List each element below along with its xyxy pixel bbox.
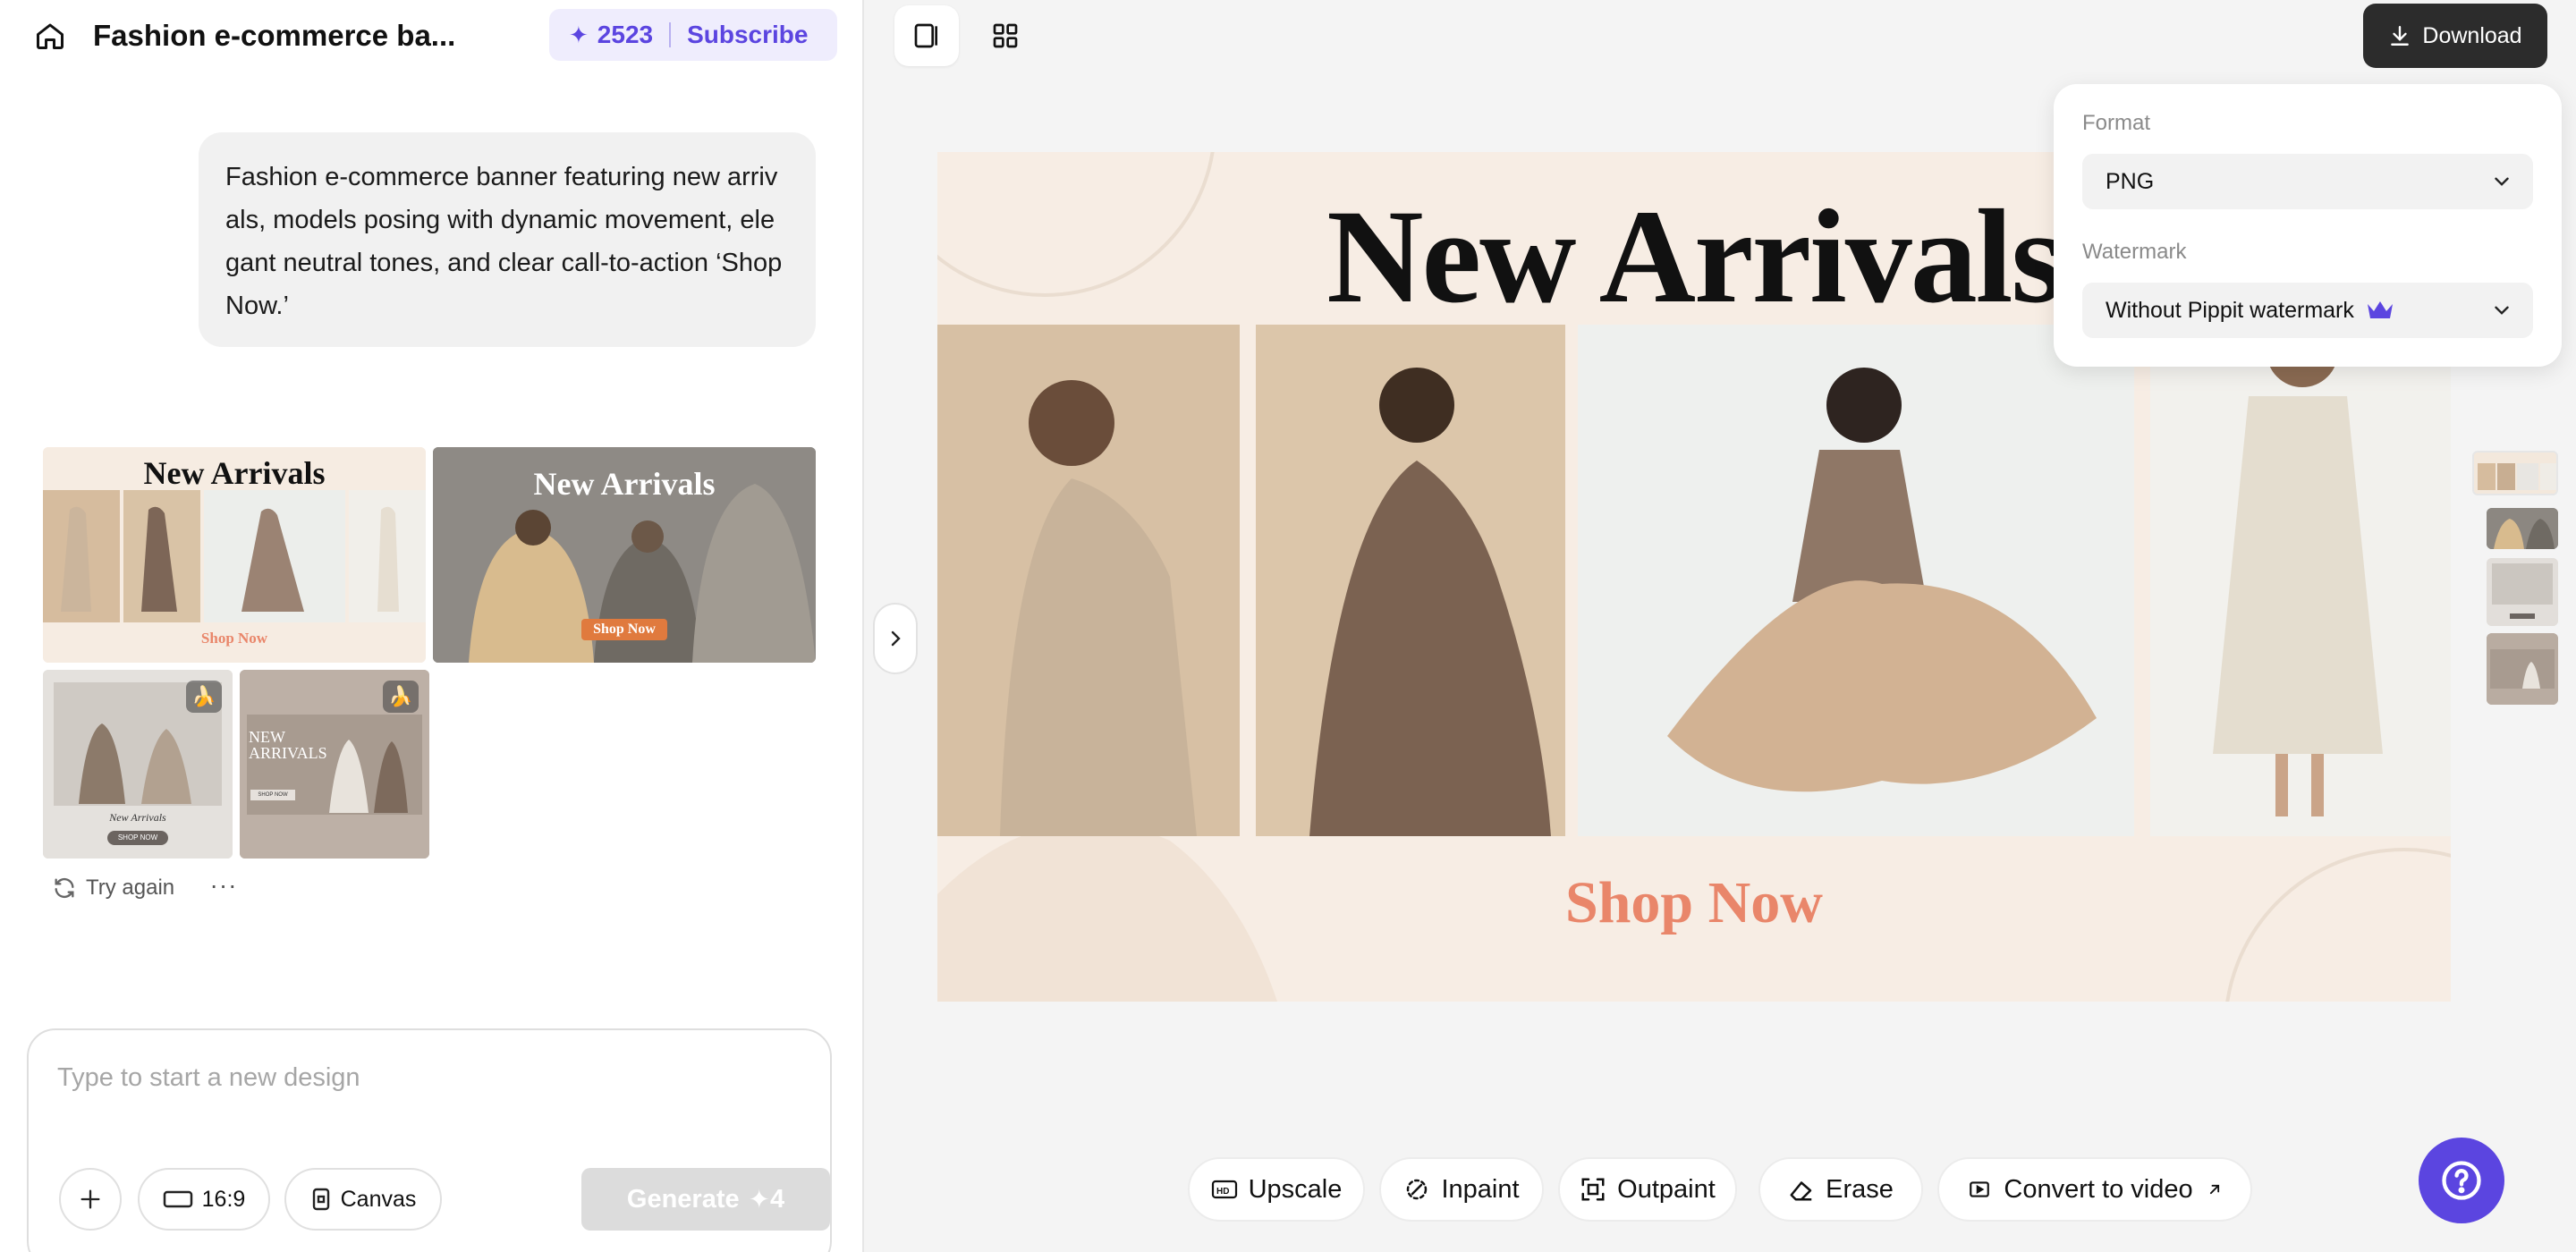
more-options-button[interactable]: ··· xyxy=(206,873,242,903)
result-2-title: New Arrivals xyxy=(533,466,716,502)
panel-icon xyxy=(914,23,937,48)
result-image-1[interactable]: New Arrivals Shop Now xyxy=(43,447,426,663)
collapse-panel-button[interactable] xyxy=(873,603,918,674)
generate-cost: 4 xyxy=(769,1184,785,1214)
chat-header: Fashion e-commerce ba... ✦ 2523 Subscrib… xyxy=(0,0,864,72)
composer: 16:9 Canvas Generate ✦ 4 xyxy=(27,1028,832,1252)
hd-icon: HD xyxy=(1211,1179,1238,1200)
home-icon xyxy=(37,23,64,49)
chat-panel: Fashion e-commerce ba... ✦ 2523 Subscrib… xyxy=(0,0,864,1252)
project-title[interactable]: Fashion e-commerce ba... xyxy=(93,18,455,54)
convert-label: Convert to video xyxy=(2004,1174,2193,1204)
filmstrip-thumb-2[interactable] xyxy=(2487,508,2558,549)
chevron-down-icon xyxy=(2495,177,2509,186)
canvas-icon xyxy=(312,1188,329,1211)
download-button[interactable]: Download xyxy=(2363,4,2547,68)
eraser-icon xyxy=(1788,1176,1815,1203)
model-photo-2 xyxy=(1256,325,1565,836)
upscale-button[interactable]: HD Upscale xyxy=(1188,1157,1365,1222)
banana-icon: 🍌 xyxy=(383,681,419,713)
generate-label: Generate xyxy=(626,1184,740,1214)
result-image-2[interactable]: New Arrivals Shop Now xyxy=(433,447,816,663)
user-prompt-bubble: Fashion e-commerce banner featuring new … xyxy=(199,132,816,347)
inpaint-label: Inpaint xyxy=(1441,1174,1520,1204)
upscale-label: Upscale xyxy=(1248,1174,1343,1204)
format-value: PNG xyxy=(2106,168,2155,194)
banner-cta: Shop Now xyxy=(1565,870,1823,935)
svg-text:HD: HD xyxy=(1216,1187,1229,1197)
grid-view-toggle[interactable] xyxy=(973,5,1038,66)
result-3-title: New Arrivals xyxy=(109,811,166,824)
chevron-down-icon xyxy=(2495,306,2509,315)
banana-icon: 🍌 xyxy=(186,681,222,713)
credits-badge[interactable]: ✦ 2523 Subscribe xyxy=(549,9,837,61)
video-icon xyxy=(1966,1178,1993,1201)
filmstrip-thumb-1[interactable] xyxy=(2472,451,2558,495)
generate-button[interactable]: Generate ✦ 4 xyxy=(581,1168,830,1231)
credits-count: 2523 xyxy=(597,21,654,48)
canvas-label: Canvas xyxy=(340,1186,417,1212)
erase-button[interactable]: Erase xyxy=(1758,1157,1923,1222)
result-image-3[interactable]: 🍌 New Arrivals SHOP NOW xyxy=(43,670,233,859)
try-again-label: Try again xyxy=(86,876,175,900)
aspect-ratio-button[interactable]: 16:9 xyxy=(138,1168,270,1231)
divider xyxy=(669,22,672,47)
model-photo-4 xyxy=(2150,325,2451,836)
download-icon xyxy=(2391,26,2410,46)
outpaint-icon xyxy=(1580,1176,1606,1203)
refresh-icon xyxy=(55,877,74,899)
help-icon xyxy=(2442,1161,2481,1200)
format-select[interactable]: PNG xyxy=(2082,154,2533,209)
watermark-value: Without Pippit watermark xyxy=(2106,297,2354,323)
result-1-cta: Shop Now xyxy=(200,630,268,647)
download-label: Download xyxy=(2422,22,2522,48)
canvas-button[interactable]: Canvas xyxy=(284,1168,442,1231)
erase-label: Erase xyxy=(1826,1174,1894,1204)
result-4-cta: SHOP NOW xyxy=(250,790,295,800)
model-photo-1 xyxy=(937,325,1240,836)
single-view-toggle[interactable] xyxy=(894,5,959,66)
sparkle-icon: ✦ xyxy=(569,21,589,48)
model-photo-3 xyxy=(1578,325,2134,836)
result-3-cta: SHOP NOW xyxy=(107,831,168,845)
filmstrip-thumb-4[interactable] xyxy=(2487,633,2558,705)
inpaint-icon xyxy=(1403,1176,1430,1203)
add-attachment-button[interactable] xyxy=(59,1168,122,1231)
help-button[interactable] xyxy=(2419,1138,2504,1223)
outpaint-label: Outpaint xyxy=(1617,1174,1716,1204)
try-again-button[interactable]: Try again xyxy=(52,873,174,903)
result-2-cta: Shop Now xyxy=(581,619,667,640)
external-arrow-icon xyxy=(2206,1180,2224,1198)
chevron-right-icon xyxy=(891,630,901,647)
plus-icon xyxy=(80,1189,100,1209)
aspect-ratio-label: 16:9 xyxy=(201,1186,246,1212)
grid-icon xyxy=(993,23,1018,48)
format-label: Format xyxy=(2082,111,2151,135)
sparkle-icon: ✦ xyxy=(748,1185,770,1214)
watermark-label: Watermark xyxy=(2082,240,2187,264)
aspect-ratio-icon xyxy=(163,1190,192,1208)
result-image-4[interactable]: 🍌 NEW ARRIVALS SHOP NOW xyxy=(240,670,429,859)
subscribe-link[interactable]: Subscribe xyxy=(687,21,808,49)
result-4-title: NEW ARRIVALS xyxy=(249,728,327,762)
convert-to-video-button[interactable]: Convert to video xyxy=(1937,1157,2252,1222)
watermark-select[interactable]: Without Pippit watermark xyxy=(2082,283,2533,338)
filmstrip-thumb-3[interactable] xyxy=(2487,558,2558,626)
outpaint-button[interactable]: Outpaint xyxy=(1558,1157,1737,1222)
home-button[interactable] xyxy=(32,18,68,54)
result-1-title: New Arrivals xyxy=(143,455,326,491)
inpaint-button[interactable]: Inpaint xyxy=(1379,1157,1544,1222)
prompt-input[interactable] xyxy=(57,1055,791,1100)
crown-icon xyxy=(2367,301,2393,318)
download-popover: Format PNG Watermark Without Pippit wate… xyxy=(2054,84,2562,367)
